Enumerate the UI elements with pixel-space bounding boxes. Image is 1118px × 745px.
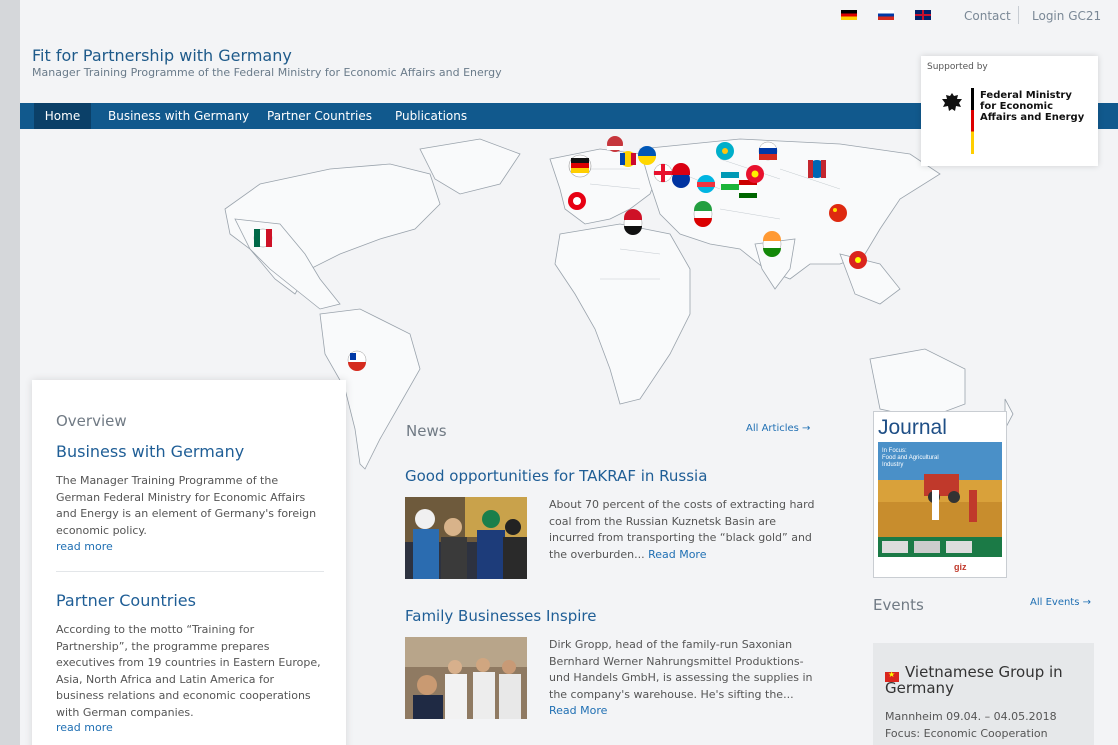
news-image-warehouse[interactable] [405,637,527,719]
journal-focus-line3: Industry [882,462,903,468]
journal-title: Journal [878,416,947,439]
all-articles-link[interactable]: All Articles → [746,423,810,434]
federal-eagle-icon [942,93,962,111]
news-text-takraf: About 70 percent of the costs of extract… [549,497,819,563]
site-title[interactable]: Fit for Partnership with Germany [32,46,292,65]
events-label: Events [873,596,924,614]
pin-chile[interactable] [347,350,367,371]
partner-countries-heading[interactable]: Partner Countries [56,591,196,610]
journal-cover[interactable]: Journal In Focus: Food and Agricultural … [873,411,1007,578]
nav-home[interactable]: Home [34,103,91,129]
pin-germany[interactable] [568,154,592,178]
pin-iran[interactable] [693,201,713,227]
page: Contact Login GC21 Fit for Partnership w… [20,0,1118,745]
contact-link[interactable]: Contact [964,9,1011,23]
event-focus: Focus: Economic Cooperation [885,727,1048,740]
nav-business-with-germany[interactable]: Business with Germany [108,103,249,129]
pin-kyrgyzstan[interactable] [746,165,764,183]
supported-by-label: Supported by [927,62,988,72]
news-excerpt-family-businesses: Dirk Gropp, head of the family-run Saxon… [549,638,813,701]
language-german-flag[interactable] [841,10,857,20]
business-with-germany-text: The Manager Training Programme of the Ge… [56,474,317,537]
pin-serbia[interactable] [607,136,623,152]
pin-egypt[interactable] [623,209,643,235]
event-date: Mannheim 09.04. – 04.05.2018 [885,710,1057,723]
login-link[interactable]: Login GC21 [1032,9,1101,23]
top-bar: Contact Login GC21 [20,0,1118,30]
pin-india[interactable] [762,231,782,257]
top-divider [1018,6,1019,24]
news-label: News [406,422,447,440]
pin-tunisia[interactable] [568,192,586,210]
ministry-name: Federal Ministry for Economic Affairs an… [980,90,1085,123]
german-colors-bar [971,88,974,154]
pin-moldova[interactable] [620,151,636,167]
event-card[interactable]: Vietnamese Group in Germany Mannheim 09.… [873,643,1094,745]
overview-label: Overview [56,412,127,430]
language-russian-flag[interactable] [878,10,894,20]
pin-mongolia[interactable] [808,160,826,178]
supported-by-box[interactable]: Supported by Federal Ministry for Econom… [921,56,1098,166]
pin-kazakhstan[interactable] [716,142,734,160]
news-read-more-family-businesses[interactable]: Read More [549,704,607,717]
pin-mexico[interactable] [253,228,273,248]
site-subtitle: Manager Training Programme of the Federa… [32,66,502,79]
journal-focus-line2: Food and Agricultural [882,455,939,461]
overview-divider [56,571,324,572]
news-text-family-businesses: Dirk Gropp, head of the family-run Saxon… [549,637,819,720]
pin-georgia[interactable] [653,163,673,183]
journal-focus-line1: In Focus: [882,448,907,454]
business-with-germany-heading[interactable]: Business with Germany [56,442,244,461]
pin-ukraine[interactable] [638,146,656,165]
pin-vietnam[interactable] [849,251,867,269]
nav-publications[interactable]: Publications [395,103,467,129]
event-title[interactable]: Vietnamese Group in Germany [885,664,1090,696]
news-title-takraf[interactable]: Good opportunities for TAKRAF in Russia [405,467,707,485]
overview-card: Overview Business with Germany The Manag… [32,380,346,745]
partner-countries-text: According to the motto “Training for Par… [56,623,321,719]
news-image-miners[interactable] [405,497,527,579]
all-events-link[interactable]: All Events → [1030,597,1091,608]
business-read-more-link[interactable]: read more [56,540,113,553]
pin-russia[interactable] [758,141,778,161]
language-english-flag[interactable] [915,10,931,20]
pin-uzbekistan[interactable] [721,172,739,190]
news-title-family-businesses[interactable]: Family Businesses Inspire [405,607,597,625]
partner-read-more-link[interactable]: read more [56,721,113,734]
pin-china[interactable] [829,204,847,222]
news-read-more-takraf[interactable]: Read More [648,548,706,561]
pin-azerbaijan[interactable] [697,175,715,193]
pin-armenia[interactable] [672,163,690,188]
giz-logo: giz [954,562,967,572]
nav-partner-countries[interactable]: Partner Countries [267,103,372,129]
